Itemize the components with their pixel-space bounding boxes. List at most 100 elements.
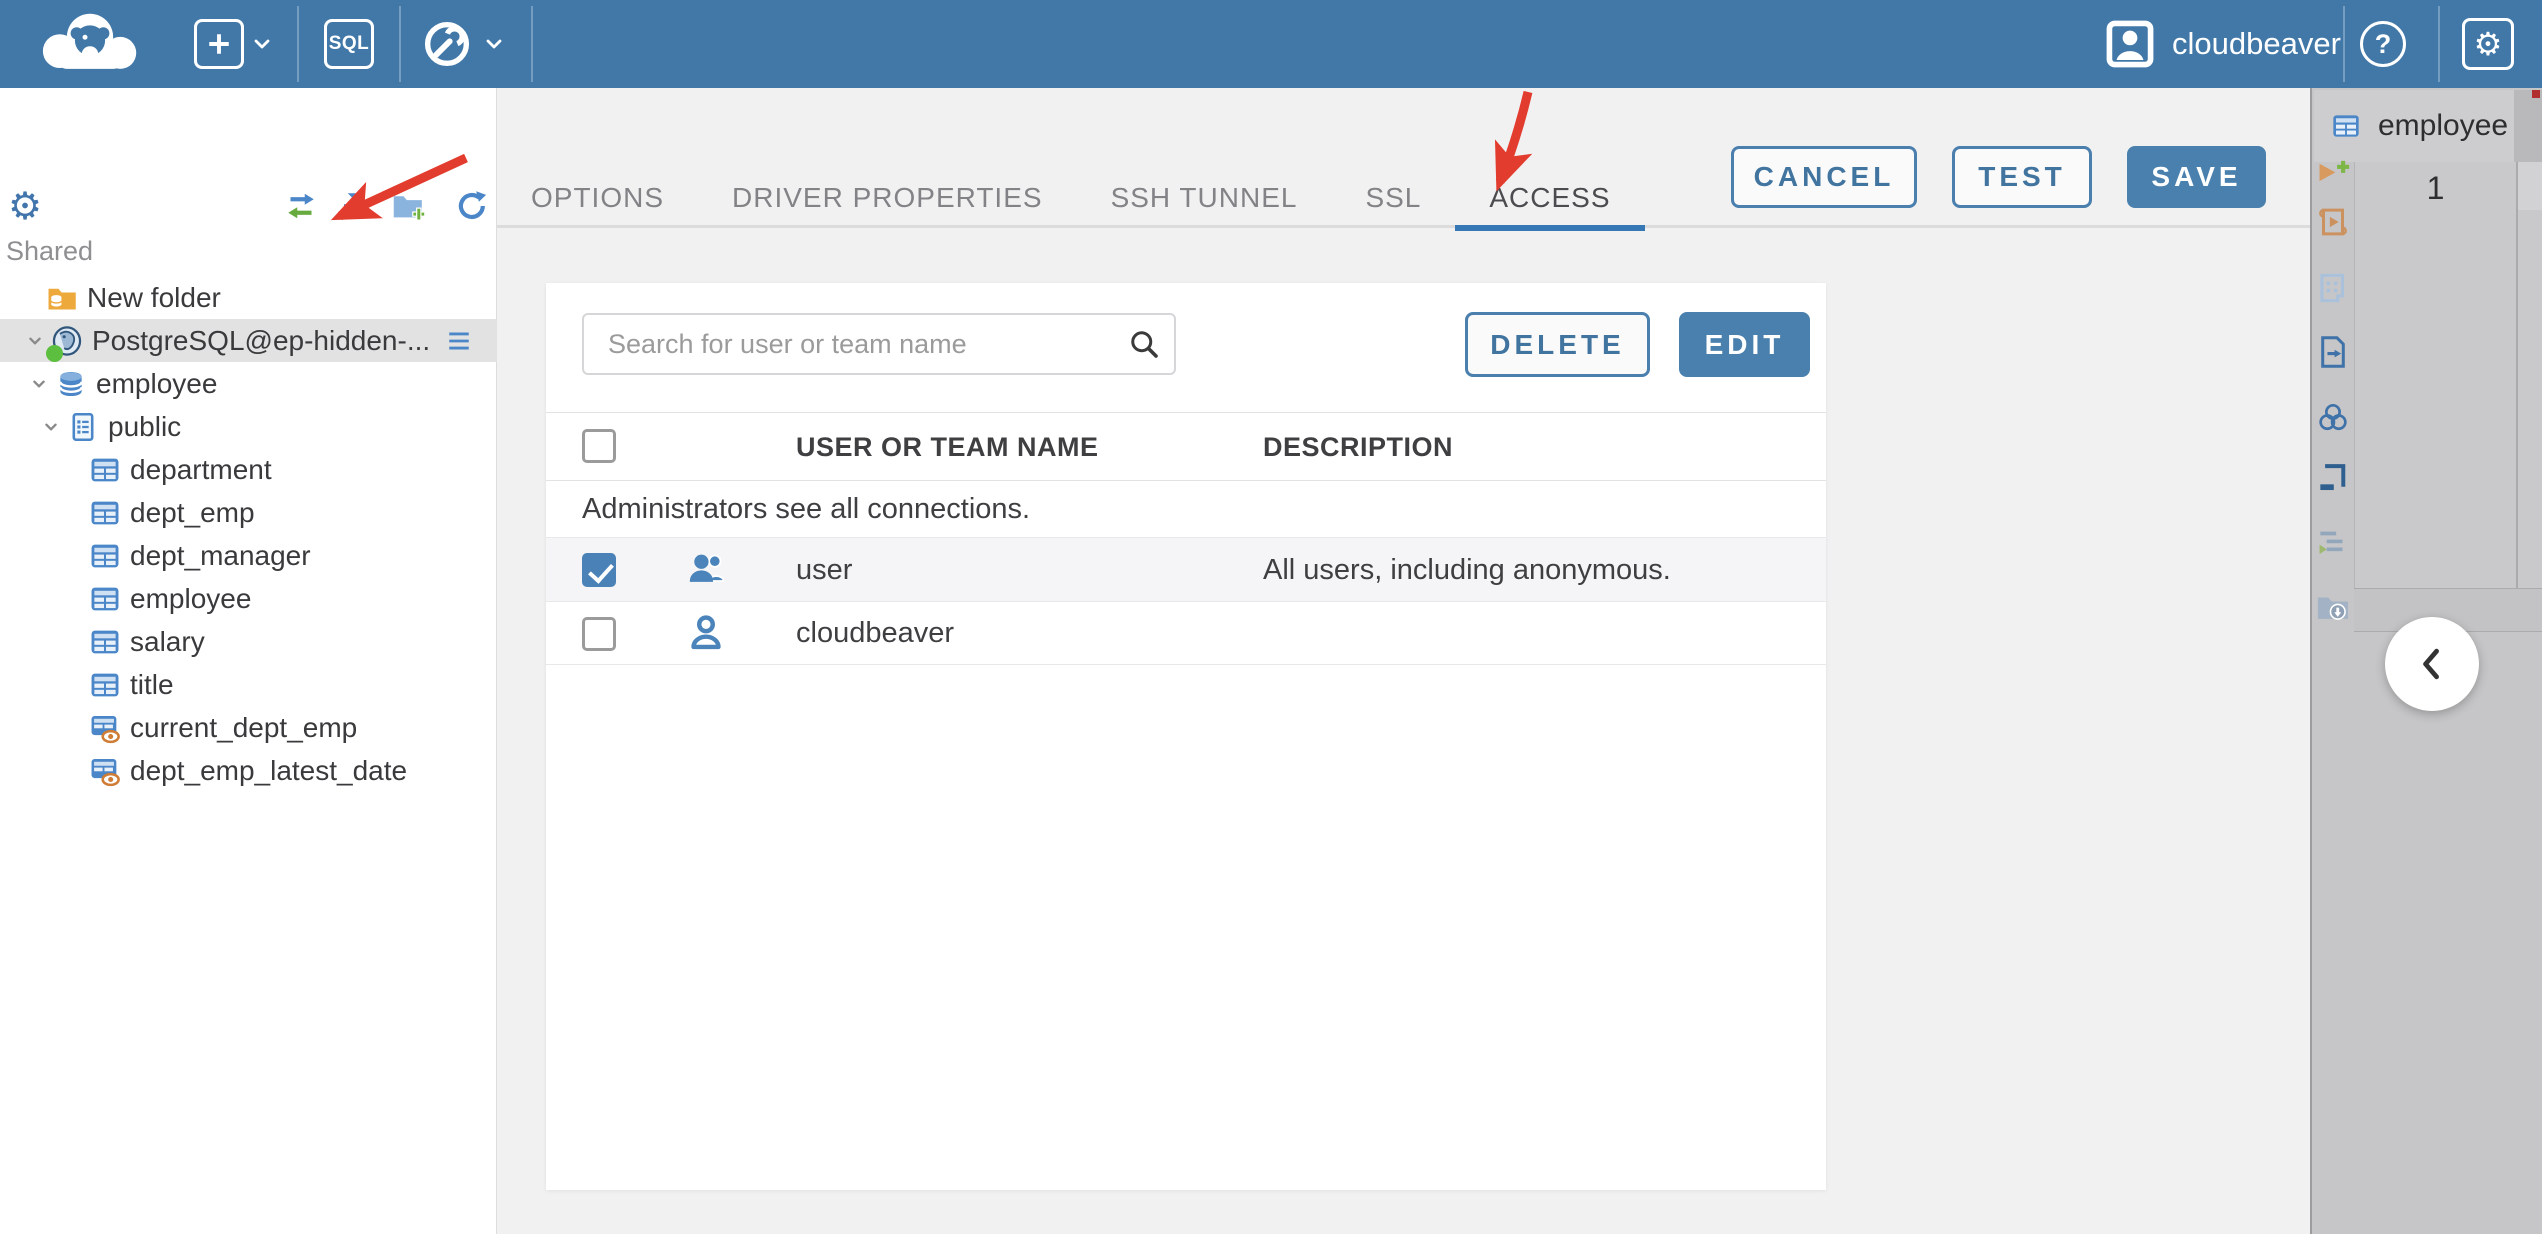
annotation-arrow-access-tab bbox=[1494, 90, 1533, 192]
tree-item-table-dept-manager[interactable]: dept_manager bbox=[0, 534, 497, 577]
tree-item-table-department[interactable]: department bbox=[0, 448, 497, 491]
sql-editor-label: SQL bbox=[328, 33, 370, 54]
tree-item-view-current-dept-emp[interactable]: current_dept_emp bbox=[0, 706, 497, 749]
help-icon[interactable]: ? bbox=[2360, 21, 2406, 67]
team-icon bbox=[684, 548, 728, 592]
row-name: user bbox=[796, 554, 853, 586]
cloudbeaver-logo-icon[interactable] bbox=[34, 12, 146, 76]
user-avatar-icon[interactable] bbox=[2104, 18, 2156, 70]
data-grid-preview[interactable]: 1 bbox=[2354, 162, 2542, 588]
select-all-checkbox[interactable] bbox=[582, 429, 616, 463]
tree-item-table-dept-emp[interactable]: dept_emp bbox=[0, 491, 497, 534]
screenshot-artifact-dot bbox=[2532, 90, 2540, 98]
tree-item-database-employee[interactable]: employee bbox=[0, 362, 497, 405]
delete-button[interactable]: DELETE bbox=[1465, 312, 1650, 377]
table-icon bbox=[88, 539, 122, 573]
chevron-left-icon bbox=[2410, 642, 2454, 686]
table-icon bbox=[88, 625, 122, 659]
grouping-panel-icon[interactable] bbox=[2314, 524, 2352, 562]
tree-item-table-title[interactable]: title bbox=[0, 663, 497, 706]
tree-item-label: title bbox=[130, 668, 174, 700]
ai-assistant-icon[interactable] bbox=[2314, 399, 2352, 437]
tree-item-new-folder[interactable]: New folder bbox=[0, 276, 497, 319]
table-icon bbox=[2330, 110, 2362, 142]
admin-notice-row: Administrators see all connections. bbox=[546, 481, 1826, 538]
gear-glyph: ⚙ bbox=[2473, 26, 2503, 62]
search-box bbox=[582, 313, 1176, 375]
test-button[interactable]: TEST bbox=[1952, 146, 2092, 208]
sql-editor-button[interactable]: SQL bbox=[324, 19, 374, 69]
tab-ssl[interactable]: SSL bbox=[1331, 168, 1455, 228]
table-row-user[interactable]: user All users, including anonymous. bbox=[546, 538, 1826, 602]
chevron-down-icon[interactable] bbox=[40, 416, 62, 438]
topbar-divider bbox=[531, 6, 533, 82]
navigation-tree: New folder PostgreSQL@ep-hidden-... empl… bbox=[0, 276, 497, 792]
grid-column-divider bbox=[2516, 162, 2518, 588]
tree-item-label: employee bbox=[130, 582, 252, 614]
add-script-icon[interactable] bbox=[2314, 155, 2352, 193]
row-checkbox[interactable] bbox=[582, 617, 616, 651]
tree-item-menu-icon[interactable] bbox=[439, 328, 479, 354]
new-connection-button[interactable] bbox=[194, 19, 244, 69]
execute-script-icon[interactable] bbox=[2314, 203, 2352, 241]
tab-ssh-tunnel[interactable]: SSH TUNNEL bbox=[1077, 168, 1332, 228]
cancel-button[interactable]: CANCEL bbox=[1731, 146, 1917, 208]
tab-employee-table[interactable]: employee bbox=[2314, 90, 2514, 162]
chevron-down-icon[interactable] bbox=[248, 32, 276, 56]
chevron-down-icon[interactable] bbox=[480, 32, 508, 56]
grid-row-number: 1 bbox=[2426, 170, 2445, 206]
row-description: All users, including anonymous. bbox=[1263, 554, 1671, 586]
column-header-name: USER OR TEAM NAME bbox=[796, 432, 1099, 462]
export-data-icon[interactable] bbox=[2314, 333, 2352, 371]
value-panel-icon[interactable] bbox=[2314, 459, 2352, 497]
tree-item-label: dept_manager bbox=[130, 539, 311, 571]
tree-item-label: employee bbox=[96, 367, 218, 399]
tree-item-label: department bbox=[130, 453, 272, 485]
topbar-divider bbox=[399, 6, 401, 82]
tree-item-label: PostgreSQL@ep-hidden-... bbox=[92, 324, 431, 356]
tree-item-label: public bbox=[108, 410, 182, 442]
value-form-icon[interactable] bbox=[2314, 269, 2352, 307]
tree-item-label: dept_emp_latest_date bbox=[130, 754, 408, 786]
navigation-tree-sidebar: ⚙ Shared New folder PostgreSQL@ep-hidden… bbox=[0, 88, 497, 1234]
top-bar: SQL cloudbeaver ? ⚙ bbox=[0, 0, 2542, 88]
row-checkbox[interactable] bbox=[582, 553, 616, 587]
app-root: SQL cloudbeaver ? ⚙ ⚙ Shared New folder bbox=[0, 0, 2542, 1234]
edit-button[interactable]: EDIT bbox=[1679, 312, 1810, 377]
logged-in-user-label[interactable]: cloudbeaver bbox=[2172, 0, 2341, 88]
tree-item-table-employee[interactable]: employee bbox=[0, 577, 497, 620]
annotation-arrow-connection bbox=[330, 153, 468, 221]
tab-options[interactable]: OPTIONS bbox=[497, 168, 698, 228]
settings-gear-icon[interactable]: ⚙ bbox=[2462, 18, 2514, 70]
table-header-row: USER OR TEAM NAME DESCRIPTION bbox=[546, 412, 1826, 481]
postgres-icon bbox=[46, 324, 84, 362]
tree-item-view-dept-emp-latest-date[interactable]: dept_emp_latest_date bbox=[0, 749, 497, 792]
tree-item-label: New folder bbox=[87, 281, 221, 313]
tree-section-label: Shared bbox=[6, 236, 94, 266]
expand-panel-button[interactable] bbox=[2385, 617, 2479, 711]
chevron-down-icon[interactable] bbox=[24, 330, 46, 352]
tree-item-label: dept_emp bbox=[130, 496, 255, 528]
connected-status-dot bbox=[46, 344, 63, 362]
save-button[interactable]: SAVE bbox=[2127, 146, 2266, 208]
chevron-down-icon[interactable] bbox=[28, 373, 50, 395]
table-viewer-panel: employee 1 bbox=[2310, 88, 2542, 1234]
data-download-icon[interactable] bbox=[2314, 588, 2352, 626]
search-icon bbox=[1126, 326, 1162, 362]
view-icon bbox=[88, 711, 122, 745]
tree-item-schema-public[interactable]: public bbox=[0, 405, 497, 448]
connection-wizard-icon[interactable] bbox=[420, 17, 474, 71]
tree-item-postgres-connection[interactable]: PostgreSQL@ep-hidden-... bbox=[0, 319, 497, 362]
tab-driver-properties[interactable]: DRIVER PROPERTIES bbox=[698, 168, 1077, 228]
table-icon bbox=[88, 582, 122, 616]
tree-item-table-salary[interactable]: salary bbox=[0, 620, 497, 663]
row-name: cloudbeaver bbox=[796, 617, 954, 649]
grid-header-cell bbox=[2518, 162, 2542, 210]
database-icon bbox=[54, 367, 88, 401]
search-input[interactable] bbox=[582, 313, 1176, 375]
tree-settings-gear-icon[interactable]: ⚙ bbox=[8, 184, 42, 229]
user-icon bbox=[684, 611, 728, 655]
topbar-divider bbox=[2438, 6, 2440, 82]
plus-icon bbox=[201, 26, 237, 62]
table-row-cloudbeaver[interactable]: cloudbeaver bbox=[546, 602, 1826, 665]
